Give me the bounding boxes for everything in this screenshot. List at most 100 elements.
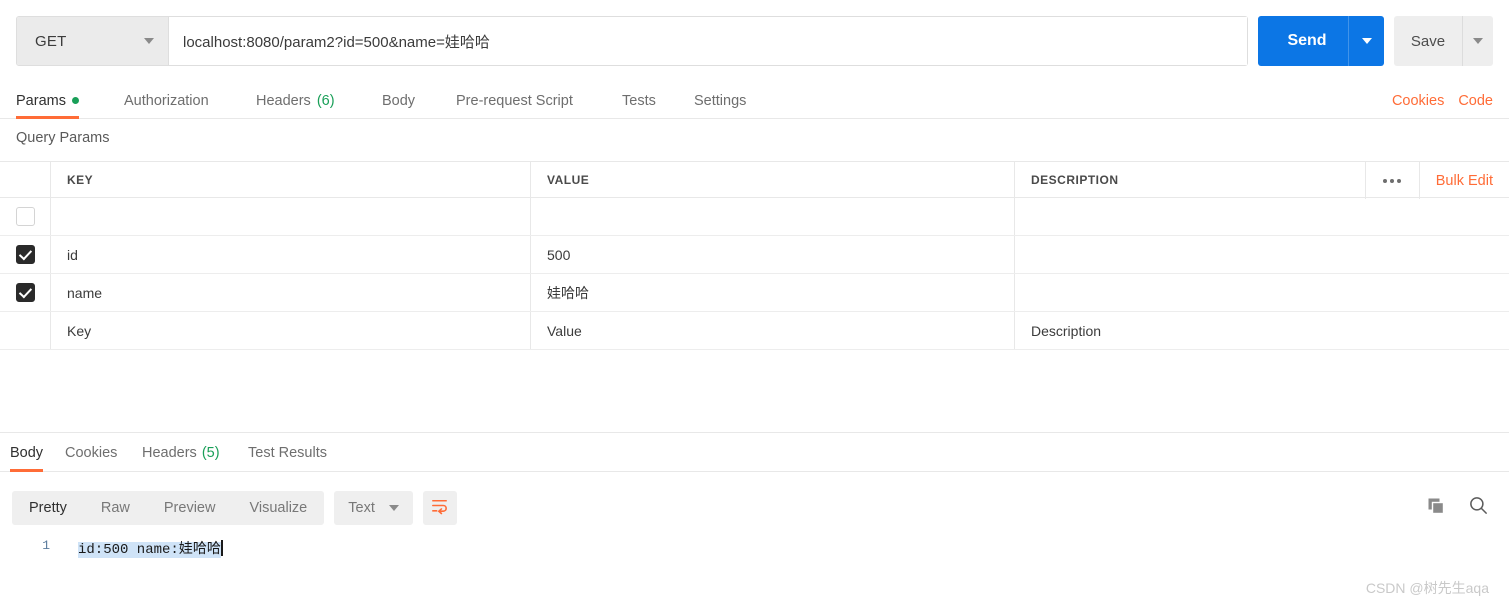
search-icon[interactable] <box>1468 495 1489 521</box>
response-tab-body-label: Body <box>10 444 44 461</box>
column-header-description: DESCRIPTION <box>1031 172 1119 187</box>
active-tab-underline <box>10 469 44 472</box>
chevron-down-icon <box>144 38 154 44</box>
view-raw-button[interactable]: Raw <box>84 491 147 525</box>
tab-authorization[interactable]: Authorization <box>124 82 209 119</box>
response-tab-headers[interactable]: Headers (5) <box>142 433 220 472</box>
tab-headers-count: (6) <box>316 92 335 109</box>
word-wrap-icon <box>430 496 449 520</box>
header-checkbox-cell <box>0 162 50 197</box>
table-row[interactable] <box>0 198 1509 236</box>
response-tab-body[interactable]: Body <box>10 433 44 472</box>
tab-pre-request-script[interactable]: Pre-request Script <box>456 82 573 119</box>
response-tab-headers-label: Headers <box>142 444 197 461</box>
tab-params-label: Params <box>16 92 66 109</box>
row-checkbox[interactable] <box>15 283 35 302</box>
request-tab-bar: Params Authorization Headers (6) Body Pr… <box>0 82 1509 119</box>
tab-tests[interactable]: Tests <box>622 82 656 119</box>
chevron-down-icon <box>388 505 399 511</box>
content-type-dropdown[interactable]: Text <box>334 491 413 525</box>
active-tab-underline <box>16 116 79 119</box>
row-value-cell[interactable] <box>530 198 1014 235</box>
row-value-cell[interactable]: 500 <box>530 236 1014 273</box>
request-right-links: Cookies Code <box>1392 82 1493 119</box>
copy-icon[interactable] <box>1426 496 1446 521</box>
save-options-button[interactable] <box>1462 16 1493 66</box>
row-value-cell[interactable]: 娃哈哈 <box>530 274 1014 311</box>
cookies-link[interactable]: Cookies <box>1392 93 1444 109</box>
column-header-value: VALUE <box>547 172 590 187</box>
http-method-dropdown[interactable]: GET <box>17 17 169 65</box>
table-row[interactable]: name 娃哈哈 <box>0 274 1509 312</box>
watermark: CSDN @树先生aqa <box>1365 580 1489 596</box>
column-header-key: KEY <box>67 172 94 187</box>
table-header-tools: Bulk Edit <box>1364 162 1509 199</box>
row-checkbox-cell <box>0 274 50 311</box>
response-tab-headers-count: (5) <box>201 444 220 461</box>
response-body-selection: 娃哈哈 <box>178 542 221 558</box>
tab-body[interactable]: Body <box>382 82 415 119</box>
postman-window: GET localhost:8080/param2?id=500&name=娃哈… <box>0 0 1509 606</box>
row-key-cell[interactable]: name <box>50 274 530 311</box>
response-tab-bar: Body Cookies Headers (5) Test Results <box>0 433 1509 472</box>
tab-headers[interactable]: Headers (6) <box>256 82 335 119</box>
request-url-bar: GET localhost:8080/param2?id=500&name=娃哈… <box>0 0 1509 82</box>
tab-settings[interactable]: Settings <box>694 82 746 119</box>
response-body-plain: id:500 name: <box>78 542 179 558</box>
text-cursor <box>220 540 223 556</box>
header-value-cell: VALUE <box>530 162 1014 197</box>
tab-body-label: Body <box>382 92 416 109</box>
query-params-title: Query Params <box>16 130 110 146</box>
header-key-cell: KEY <box>50 162 530 197</box>
table-new-row[interactable]: Key Value Description <box>0 312 1509 350</box>
row-checkbox-cell <box>0 236 50 273</box>
chevron-down-icon <box>1473 38 1483 44</box>
send-button-label: Send <box>1287 32 1327 49</box>
tab-settings-label: Settings <box>694 92 747 109</box>
send-button[interactable]: Send <box>1258 16 1384 66</box>
url-input[interactable]: localhost:8080/param2?id=500&name=娃哈哈 <box>169 17 1247 65</box>
table-header-row: KEY VALUE DESCRIPTION Bulk Edit <box>0 161 1509 199</box>
row-key-cell[interactable]: id <box>50 236 530 273</box>
send-options-button[interactable] <box>1348 16 1384 66</box>
chevron-down-icon <box>1361 38 1372 44</box>
save-button[interactable]: Save <box>1394 16 1493 66</box>
method-url-group: GET localhost:8080/param2?id=500&name=娃哈… <box>16 16 1248 66</box>
response-tab-cookies[interactable]: Cookies <box>65 433 117 472</box>
tab-params[interactable]: Params <box>16 82 79 119</box>
ellipsis-icon <box>1397 178 1402 183</box>
row-description-cell[interactable] <box>1014 274 1509 311</box>
new-row-key-input[interactable]: Key <box>50 312 530 349</box>
new-row-checkbox-cell <box>0 312 50 349</box>
view-preview-button[interactable]: Preview <box>147 491 233 525</box>
new-row-value-input[interactable]: Value <box>530 312 1014 349</box>
response-format-bar: Pretty Raw Preview Visualize Text <box>0 485 1509 531</box>
row-description-cell[interactable] <box>1014 198 1509 235</box>
new-row-description-input[interactable]: Description <box>1014 312 1509 349</box>
response-tab-test-results[interactable]: Test Results <box>248 433 327 472</box>
bulk-edit-button[interactable]: Bulk Edit <box>1420 173 1509 189</box>
response-body-viewer[interactable]: 1 id:500 name:娃哈哈 <box>0 533 1509 606</box>
response-body-tools <box>1426 485 1489 531</box>
ellipsis-icon <box>1383 178 1388 183</box>
view-pretty-button[interactable]: Pretty <box>12 491 84 525</box>
table-row[interactable]: id 500 <box>0 236 1509 274</box>
more-options-button[interactable] <box>1364 162 1420 199</box>
line-number-gutter: 1 <box>42 538 50 553</box>
response-tab-cookies-label: Cookies <box>65 444 118 461</box>
row-checkbox[interactable] <box>15 245 35 264</box>
row-checkbox[interactable] <box>15 207 35 226</box>
view-visualize-button[interactable]: Visualize <box>232 491 324 525</box>
response-view-segmented-control: Pretty Raw Preview Visualize <box>12 491 325 525</box>
tab-pre-request-script-label: Pre-request Script <box>456 92 573 109</box>
response-body-text[interactable]: id:500 name:娃哈哈 <box>78 538 223 558</box>
tab-authorization-label: Authorization <box>124 92 209 109</box>
content-type-label: Text <box>348 500 375 516</box>
tab-headers-label: Headers <box>256 92 311 109</box>
row-key-cell[interactable] <box>50 198 530 235</box>
word-wrap-button[interactable] <box>422 491 457 525</box>
row-description-cell[interactable] <box>1014 236 1509 273</box>
response-tab-test-results-label: Test Results <box>248 444 327 461</box>
code-link[interactable]: Code <box>1458 93 1493 109</box>
query-params-table: KEY VALUE DESCRIPTION Bulk Edit id 500 n… <box>0 161 1509 350</box>
